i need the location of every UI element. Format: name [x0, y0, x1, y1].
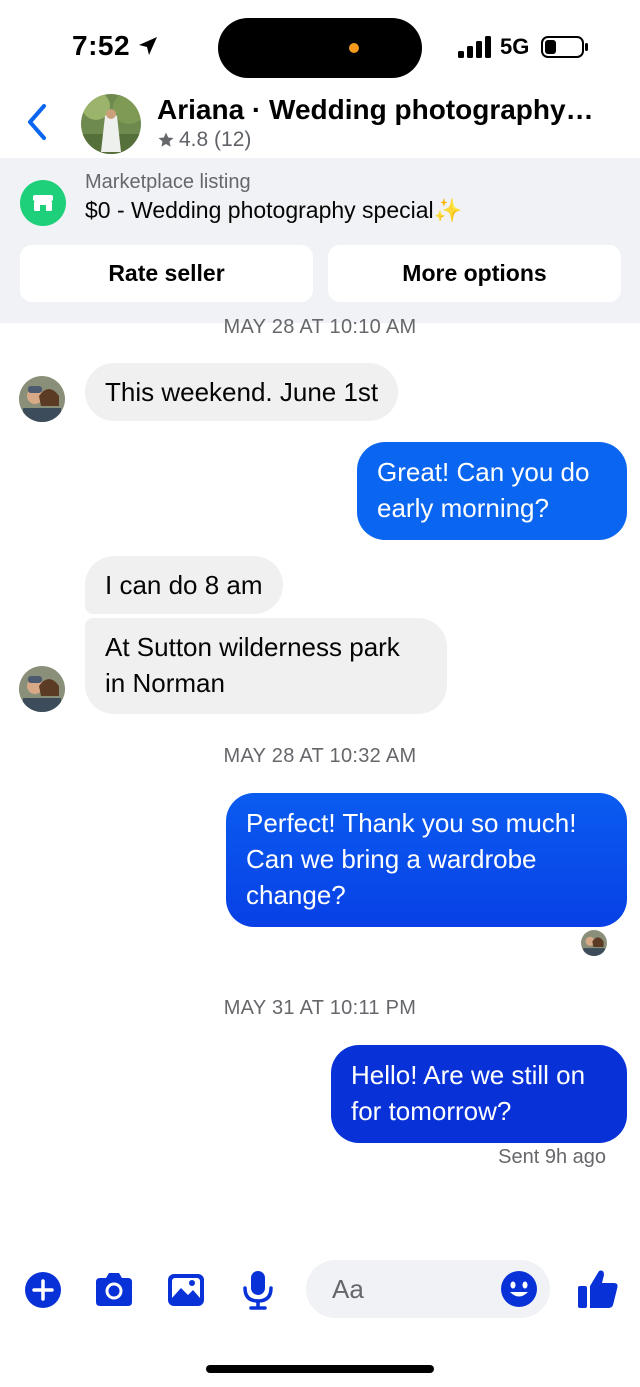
star-icon	[158, 132, 174, 147]
battery-icon	[541, 36, 588, 58]
thumbs-up-icon[interactable]	[576, 1266, 620, 1312]
message-line: Hello! Are we still on	[351, 1060, 586, 1090]
message-line: for tomorrow?	[351, 1096, 512, 1126]
message-line: early morning?	[377, 493, 549, 523]
message-line: Perfect! Thank you so much!	[246, 808, 577, 838]
incoming-message[interactable]: This weekend. June 1st	[85, 363, 399, 421]
incoming-message[interactable]: I can do 8 am	[85, 556, 283, 614]
cellular-signal-icon	[458, 36, 491, 58]
sender-avatar[interactable]	[19, 376, 65, 422]
privacy-indicator	[349, 43, 359, 53]
outgoing-message[interactable]: Perfect! Thank you so much! Can we bring…	[226, 793, 627, 927]
message-input-placeholder: Aa	[332, 1274, 364, 1304]
conversation-title[interactable]: Ariana · Wedding photography…	[157, 94, 597, 126]
read-receipt-avatar	[581, 930, 607, 956]
message-line: in Norman	[105, 668, 225, 698]
seller-rating: 4.8 (12)	[157, 128, 251, 152]
camera-icon[interactable]	[92, 1268, 136, 1312]
sent-status: Sent 9h ago	[498, 1146, 606, 1168]
outgoing-message[interactable]: Hello! Are we still on for tomorrow?	[331, 1045, 627, 1143]
home-indicator	[206, 1365, 434, 1373]
message-line: Great! Can you do	[377, 457, 590, 487]
network-type: 5G	[500, 34, 530, 59]
incoming-message[interactable]: At Sutton wilderness park in Norman	[85, 618, 447, 714]
back-chevron-icon[interactable]	[24, 102, 52, 142]
microphone-icon[interactable]	[236, 1268, 280, 1312]
message-line: change?	[246, 880, 346, 910]
marketplace-label: Marketplace listing	[85, 171, 251, 193]
message-line: Can we bring a wardrobe	[246, 844, 537, 874]
rate-seller-button[interactable]: Rate seller	[20, 245, 313, 302]
outgoing-message[interactable]: Great! Can you do early morning?	[357, 442, 627, 540]
sender-avatar[interactable]	[19, 666, 65, 712]
seller-avatar[interactable]	[81, 94, 141, 154]
emoji-icon[interactable]	[500, 1270, 538, 1308]
timestamp: MAY 31 AT 10:11 PM	[223, 997, 417, 1019]
timestamp: MAY 28 AT 10:32 AM	[223, 745, 417, 767]
more-options-button[interactable]: More options	[328, 245, 621, 302]
timestamp: MAY 28 AT 10:10 AM	[223, 316, 417, 338]
plus-circle-icon[interactable]	[21, 1268, 65, 1312]
message-line: At Sutton wilderness park	[105, 632, 400, 662]
rating-text: 4.8 (12)	[179, 128, 252, 151]
dynamic-island	[218, 18, 422, 78]
location-arrow-icon	[139, 37, 157, 55]
photo-gallery-icon[interactable]	[164, 1268, 208, 1312]
listing-title[interactable]: $0 - Wedding photography special✨	[85, 197, 462, 224]
listing-title-text: $0 - Wedding photography special	[85, 197, 434, 223]
marketplace-store-icon	[20, 180, 66, 226]
status-time: 7:52	[72, 30, 131, 61]
sparkles-icon: ✨	[433, 197, 463, 223]
